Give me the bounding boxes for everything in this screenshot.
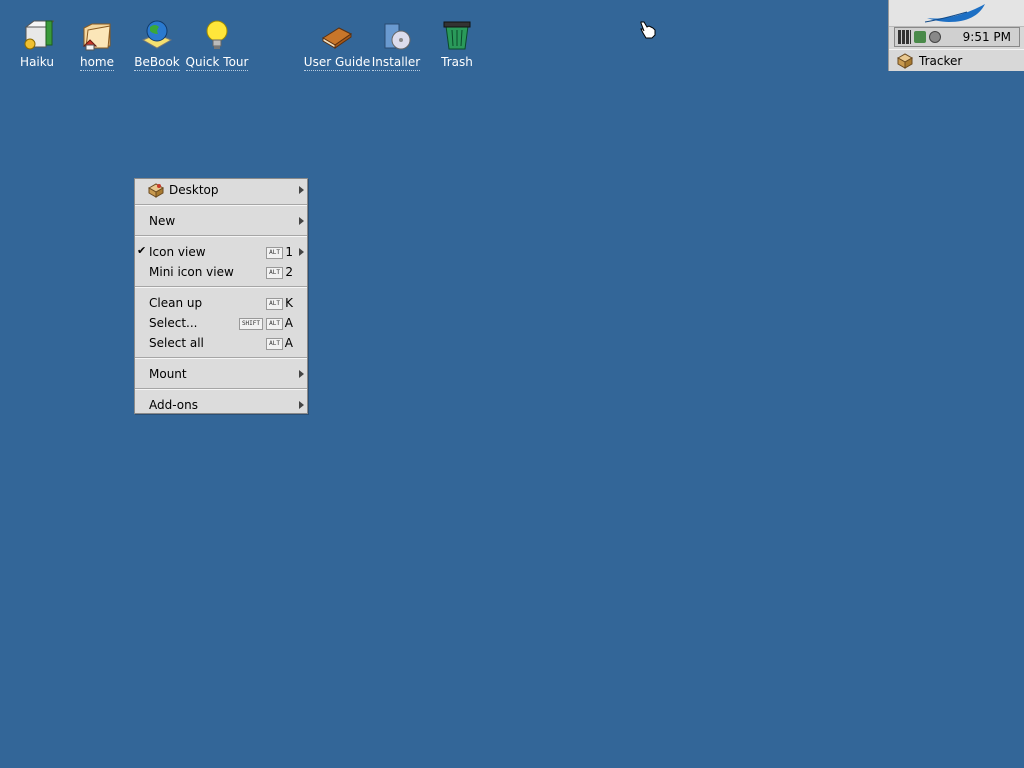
menu-separator xyxy=(135,357,307,359)
menu-item-add-ons[interactable]: Add-ons xyxy=(135,395,307,415)
submenu-arrow-icon xyxy=(299,401,304,409)
desktop-icon-label: home xyxy=(79,55,115,71)
submenu-arrow-icon xyxy=(299,217,304,225)
lightbulb-icon xyxy=(206,20,228,49)
desktop-icon-label: BeBook xyxy=(134,55,180,71)
menu-separator xyxy=(135,235,307,237)
menu-item-label: Select... xyxy=(149,316,198,330)
media-volume-icon[interactable] xyxy=(929,31,941,43)
installer-icon[interactable]: Installer xyxy=(361,18,431,71)
leaf-logo-icon xyxy=(924,4,985,23)
menu-item-label: Add-ons xyxy=(149,398,198,412)
checkmark-icon: ✔ xyxy=(137,244,147,257)
shortcut-key: 1 xyxy=(285,245,293,259)
trash-can-icon xyxy=(443,21,471,50)
menu-item-mini-icon-view[interactable]: Mini icon view ALT 2 xyxy=(135,262,307,282)
submenu-arrow-icon xyxy=(299,248,304,256)
menu-item-select-all[interactable]: Select all ALT A xyxy=(135,333,307,353)
modifier-key-badge: ALT xyxy=(266,298,283,310)
menu-item-new[interactable]: New xyxy=(135,211,307,231)
desktop-context-menu: Desktop New ✔ Icon view ALT 1 Mini icon … xyxy=(134,178,308,414)
menu-item-label: Mount xyxy=(149,367,187,381)
menu-separator xyxy=(135,204,307,206)
shortcut-key: A xyxy=(284,336,293,350)
submenu-arrow-icon xyxy=(299,370,304,378)
book-icon xyxy=(322,27,352,49)
menu-item-desktop[interactable]: Desktop xyxy=(135,180,307,200)
deskbar-tracker-item[interactable]: Tracker xyxy=(889,49,1024,71)
menu-item-label: Mini icon view xyxy=(149,265,234,279)
tracker-icon xyxy=(897,52,913,69)
desktop-icon-label: Quick Tour xyxy=(185,55,249,71)
menu-item-icon-view[interactable]: ✔ Icon view ALT 1 xyxy=(135,242,307,262)
deskbar-tray: 9:51 PM xyxy=(894,27,1020,47)
modifier-key-badge: ALT xyxy=(266,247,283,259)
desktop-icon-label: Trash xyxy=(441,55,473,69)
desktop-icon-label: Installer xyxy=(371,55,421,71)
hand-pointer-cursor-icon xyxy=(640,21,656,39)
process-controller-icon[interactable] xyxy=(898,30,911,44)
menu-item-label: New xyxy=(149,214,176,228)
desktop-icon-label: Haiku xyxy=(20,55,54,69)
deskbar-logo-button[interactable] xyxy=(889,0,1024,27)
tracker-label: Tracker xyxy=(919,53,963,68)
modifier-key-badge: ALT xyxy=(266,338,283,350)
modifier-key-badge-shift: SHIFT xyxy=(238,318,263,330)
deskbar: 9:51 PM Tracker xyxy=(888,0,1024,71)
modifier-key-badge: ALT xyxy=(266,267,283,279)
menu-item-label: Icon view xyxy=(149,245,206,259)
installer-disc-icon xyxy=(384,23,411,50)
disk-volume-icon xyxy=(24,20,54,50)
menu-item-label: Desktop xyxy=(169,183,219,197)
network-status-icon[interactable] xyxy=(914,31,926,43)
shortcut-key: 2 xyxy=(285,265,293,279)
menu-item-label: Clean up xyxy=(149,296,203,310)
menu-separator xyxy=(135,286,307,288)
globe-book-icon xyxy=(141,20,173,49)
desktop-folder-icon xyxy=(148,183,164,198)
menu-item-label: Select all xyxy=(149,336,204,350)
menu-item-select[interactable]: Select... SHIFT ALT A xyxy=(135,313,307,333)
menu-separator xyxy=(135,388,307,390)
deskbar-clock[interactable]: 9:51 PM xyxy=(963,30,1011,44)
shortcut-key: K xyxy=(285,296,293,310)
quick-tour-icon[interactable]: Quick Tour xyxy=(182,18,252,71)
shortcut-key: A xyxy=(284,316,293,330)
submenu-arrow-icon xyxy=(299,186,304,194)
trash-icon[interactable]: Trash xyxy=(422,18,492,70)
modifier-key-badge: ALT xyxy=(266,318,283,330)
menu-item-clean-up[interactable]: Clean up ALT K xyxy=(135,293,307,313)
menu-item-mount[interactable]: Mount xyxy=(135,364,307,384)
folder-home-icon xyxy=(82,23,111,51)
